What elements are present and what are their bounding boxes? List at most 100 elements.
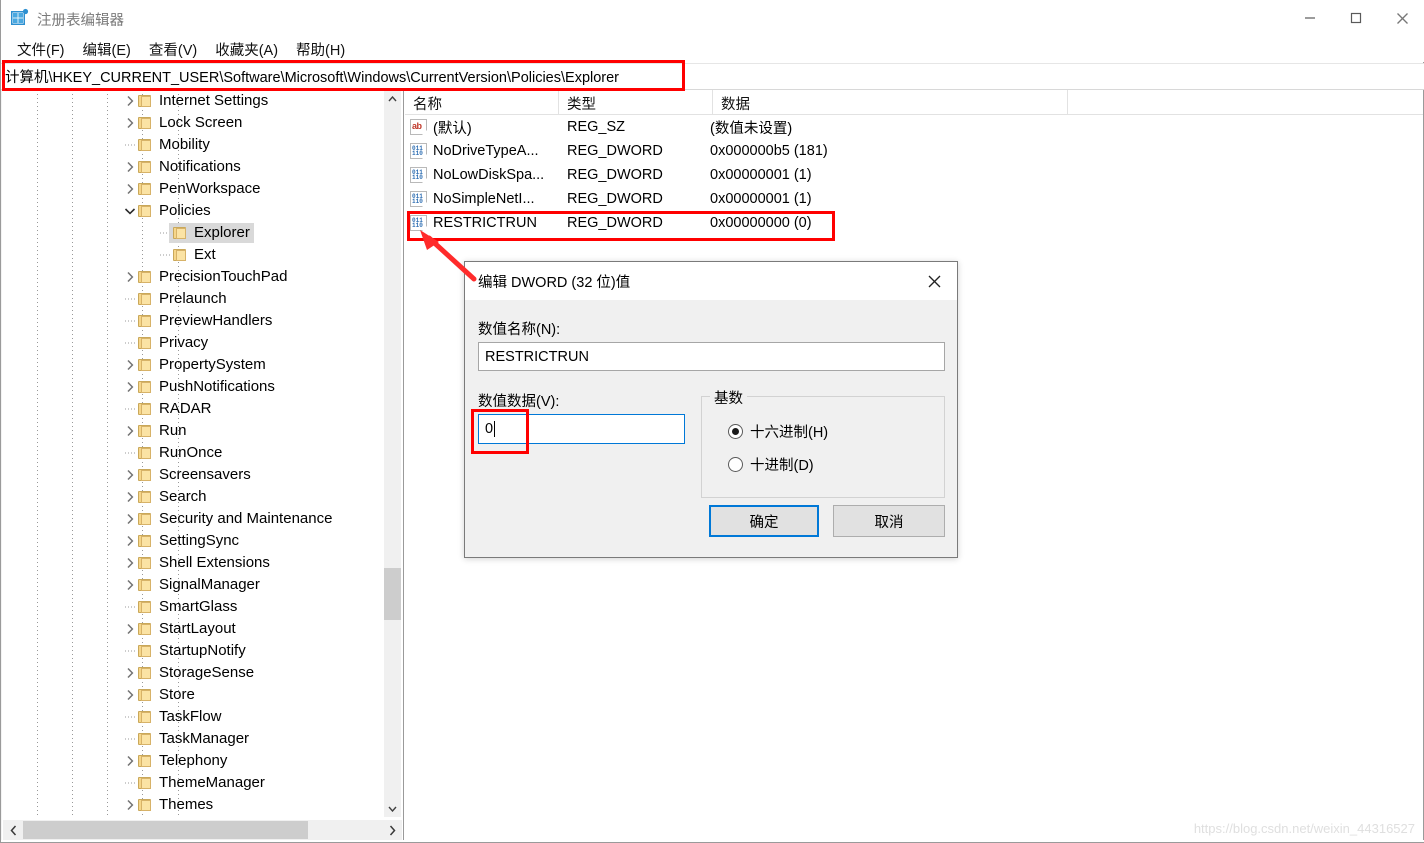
tree-item-taskmanager[interactable]: TaskManager (2, 728, 383, 750)
close-icon[interactable] (1379, 0, 1424, 36)
chevron-right-icon[interactable] (122, 574, 138, 596)
chevron-right-icon[interactable] (122, 508, 138, 530)
chevron-right-icon[interactable] (122, 750, 138, 772)
chevron-right-icon[interactable] (122, 420, 138, 442)
tree-item-smartglass[interactable]: SmartGlass (2, 596, 383, 618)
chevron-down-icon[interactable] (122, 200, 138, 222)
chevron-right-icon[interactable] (122, 156, 138, 178)
radio-hexadecimal[interactable]: 十六进制(H) (728, 421, 828, 442)
chevron-right-icon[interactable] (122, 662, 138, 684)
tree-item-explorer[interactable]: Explorer (2, 222, 383, 244)
tree-item-content: Explorer (169, 223, 254, 243)
folder-icon (138, 776, 152, 790)
tree-item-privacy[interactable]: Privacy (2, 332, 383, 354)
value-row[interactable]: ab (默认) REG_SZ (数值未设置) (405, 115, 1423, 139)
tree-item-propertysystem[interactable]: PropertySystem (2, 354, 383, 376)
scroll-up-icon[interactable] (384, 90, 401, 107)
minimize-button[interactable] (1287, 0, 1333, 36)
tree-item-startupnotify[interactable]: StartupNotify (2, 640, 383, 662)
tree-item-themes[interactable]: Themes (2, 794, 383, 816)
tree-item-mobility[interactable]: Mobility (2, 134, 383, 156)
tree-item-search[interactable]: Search (2, 486, 383, 508)
chevron-right-icon[interactable] (122, 266, 138, 288)
folder-icon (138, 578, 152, 592)
tree-item-policies[interactable]: Policies (2, 200, 383, 222)
value-name-input[interactable]: RESTRICTRUN (478, 342, 945, 371)
value-data-input[interactable]: 0 (478, 414, 685, 444)
value-row[interactable]: 011 110 NoSimpleNetI... REG_DWORD 0x00000001… (405, 187, 1423, 211)
menu-edit[interactable]: 编辑(E) (74, 37, 140, 62)
folder-icon (138, 446, 152, 460)
tree-item-prelaunch[interactable]: Prelaunch (2, 288, 383, 310)
tree-item-notifications[interactable]: Notifications (2, 156, 383, 178)
chevron-right-icon[interactable] (122, 530, 138, 552)
tree-vertical-scrollbar[interactable] (384, 90, 401, 817)
column-header-data[interactable]: 数据 (713, 90, 1068, 115)
tree-item-telephony[interactable]: Telephony (2, 750, 383, 772)
address-bar[interactable]: 计算机\HKEY_CURRENT_USER\Software\Microsoft… (1, 63, 1424, 90)
tree-item-run[interactable]: Run (2, 420, 383, 442)
tree-item-lock-screen[interactable]: Lock Screen (2, 112, 383, 134)
scroll-right-icon[interactable] (382, 820, 402, 840)
chevron-right-icon[interactable] (122, 486, 138, 508)
tree-item-signalmanager[interactable]: SignalManager (2, 574, 383, 596)
chevron-right-icon[interactable] (122, 684, 138, 706)
tree-horizontal-scrollbar[interactable] (3, 820, 402, 840)
window-title: 注册表编辑器 (37, 13, 124, 29)
tree-item-content: StartupNotify (138, 641, 246, 661)
scroll-down-icon[interactable] (384, 800, 401, 817)
tree-item-ext[interactable]: Ext (2, 244, 383, 266)
tree-item-taskflow[interactable]: TaskFlow (2, 706, 383, 728)
tree-item-label: Screensavers (159, 466, 251, 483)
value-row[interactable]: 011 110 NoLowDiskSpa... REG_DWORD 0x00000001… (405, 163, 1423, 187)
chevron-right-icon[interactable] (122, 618, 138, 640)
maximize-button[interactable] (1333, 0, 1379, 36)
tree-item-content: Internet Settings (138, 91, 268, 111)
menu-favorites[interactable]: 收藏夹(A) (206, 37, 287, 62)
chevron-right-icon[interactable] (122, 178, 138, 200)
menu-help[interactable]: 帮助(H) (287, 37, 354, 62)
chevron-right-icon[interactable] (122, 354, 138, 376)
tree-item-startlayout[interactable]: StartLayout (2, 618, 383, 640)
tree-item-pushnotifications[interactable]: PushNotifications (2, 376, 383, 398)
tree-item-previewhandlers[interactable]: PreviewHandlers (2, 310, 383, 332)
chevron-right-icon[interactable] (122, 464, 138, 486)
column-header-name[interactable]: 名称 (405, 90, 559, 115)
chevron-right-icon[interactable] (122, 376, 138, 398)
chevron-right-icon[interactable] (122, 112, 138, 134)
chevron-right-icon[interactable] (122, 90, 138, 112)
chevron-right-icon[interactable] (122, 794, 138, 816)
tree-hscroll-thumb[interactable] (23, 821, 308, 839)
chevron-right-icon[interactable] (122, 552, 138, 574)
value-row[interactable]: 011 110 NoDriveTypeA... REG_DWORD 0x000000b5… (405, 139, 1423, 163)
cancel-button[interactable]: 取消 (833, 505, 945, 537)
menu-file[interactable]: 文件(F) (8, 37, 74, 62)
tree-item-store[interactable]: Store (2, 684, 383, 706)
tree-item-precisiontouchpad[interactable]: PrecisionTouchPad (2, 266, 383, 288)
menu-view[interactable]: 查看(V) (140, 37, 206, 62)
tree-item-label: Shell Extensions (159, 554, 270, 571)
tree-item-runonce[interactable]: RunOnce (2, 442, 383, 464)
tree-item-storagesense[interactable]: StorageSense (2, 662, 383, 684)
tree-item-security-and-maintenance[interactable]: Security and Maintenance (2, 508, 383, 530)
tree-scroll-thumb[interactable] (384, 568, 401, 620)
radio-decimal[interactable]: 十进制(D) (728, 454, 814, 475)
tree-item-internet-settings[interactable]: Internet Settings (2, 90, 383, 112)
scroll-left-icon[interactable] (3, 820, 23, 840)
column-header-type[interactable]: 类型 (559, 90, 713, 115)
tree-item-content: Lock Screen (138, 113, 242, 133)
value-row[interactable]: 011 110 RESTRICTRUN REG_DWORD 0x00000000 (0) (405, 211, 1423, 235)
tree-item-screensavers[interactable]: Screensavers (2, 464, 383, 486)
tree-item-radar[interactable]: RADAR (2, 398, 383, 420)
folder-icon (138, 182, 152, 196)
ok-button[interactable]: 确定 (709, 505, 819, 537)
tree-item-shell-extensions[interactable]: Shell Extensions (2, 552, 383, 574)
tree-item-thememanager[interactable]: ThemeManager (2, 772, 383, 794)
tree-item-settingsync[interactable]: SettingSync (2, 530, 383, 552)
dialog-close-icon[interactable] (911, 262, 957, 300)
tree-item-label: SignalManager (159, 576, 260, 593)
tree-item-penworkspace[interactable]: PenWorkspace (2, 178, 383, 200)
